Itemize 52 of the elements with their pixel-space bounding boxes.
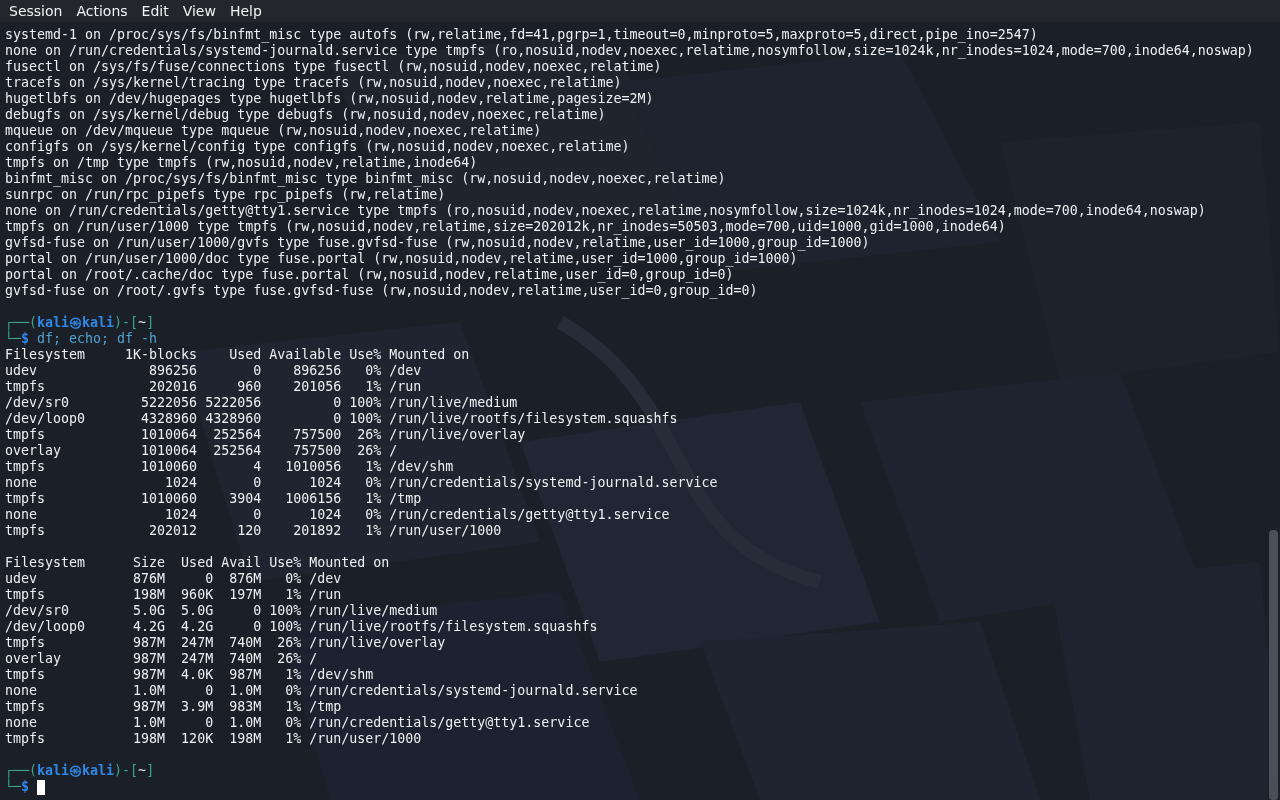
terminal-line: portal on /root/.cache/doc type fuse.portal (rw,nosuid,nodev,relatime,user_id=0,group_id=0) (5, 267, 735, 283)
terminal-line: none 1024 0 1024 0% /run/credentials/systemd-journald.service (5, 475, 719, 491)
terminal-line: fusectl on /sys/fs/fuse/connections type fusectl (rw,nosuid,nodev,noexec,relatime) (5, 59, 663, 75)
terminal-line: portal on /run/user/1000/doc type fuse.portal (rw,nosuid,nodev,relatime,user_id=1000,group_id=1000) (5, 251, 799, 267)
prompt-symbol: └─$ (5, 331, 30, 347)
terminal-line: none 1.0M 0 1.0M 0% /run/credentials/getty@tty1.service (5, 715, 591, 731)
terminal-line: none 1024 0 1024 0% /run/credentials/getty@tty1.service (5, 507, 671, 523)
terminal-line: none 1.0M 0 1.0M 0% /run/credentials/systemd-journald.service (5, 683, 639, 699)
prompt-line: ┌──(kali㉿kali)-[~] (5, 763, 156, 779)
command-text: df; echo; df -h (37, 331, 158, 347)
prompt-line: ┌──(kali㉿kali)-[~] (5, 315, 156, 331)
terminal-line: debugfs on /sys/kernel/debug type debugfs (rw,nosuid,nodev,noexec,relatime) (5, 107, 607, 123)
menu-item[interactable]: Help (222, 0, 269, 22)
terminal-line: /dev/loop0 4328960 4328960 0 100% /run/live/rootfs/filesystem.squashfs (5, 411, 679, 427)
terminal-line: configfs on /sys/kernel/config type configfs (rw,nosuid,nodev,noexec,relatime) (5, 139, 631, 155)
terminal-line: tmpfs 202016 960 201056 1% /run (5, 379, 423, 395)
terminal-line: overlay 987M 247M 740M 26% / (5, 651, 319, 667)
terminal-line: overlay 1010064 252564 757500 26% / (5, 443, 399, 459)
terminal-line: sunrpc on /run/rpc_pipefs type rpc_pipefs (rw,relatime) (5, 187, 447, 203)
terminal-line: mqueue on /dev/mqueue type mqueue (rw,nosuid,nodev,noexec,relatime) (5, 123, 543, 139)
terminal-line: gvfsd-fuse on /run/user/1000/gvfs type fuse.gvfsd-fuse (rw,nosuid,nodev,relatime,user_id=1000,group_id=1000) (5, 235, 871, 251)
terminal-line: tmpfs 987M 4.0K 987M 1% /dev/shm (5, 667, 375, 683)
terminal-line: gvfsd-fuse on /root/.gvfs type fuse.gvfsd-fuse (rw,nosuid,nodev,relatime,user_id=0,group_id=0) (5, 283, 759, 299)
terminal-line: tmpfs 987M 247M 740M 26% /run/live/overlay (5, 635, 447, 651)
menu-item[interactable]: View (175, 0, 223, 22)
terminal-line: Filesystem Size Used Avail Use% Mounted on (5, 555, 391, 571)
menu-item[interactable]: Edit (134, 0, 176, 22)
prompt-symbol: └─$ (5, 779, 30, 795)
terminal-line: hugetlbfs on /dev/hugepages type hugetlbfs (rw,nosuid,nodev,relatime,pagesize=2M) (5, 91, 655, 107)
terminal-line: none on /run/credentials/systemd-journald.service type tmpfs (ro,nosuid,nodev,noexec,relatime,nosymfollow,size=1024k,nr_inodes=1024,mode=700,inode64,noswap) (5, 43, 1255, 59)
terminal-line: tmpfs on /run/user/1000 type tmpfs (rw,nosuid,nodev,relatime,size=202012k,nr_inodes=50503,mode=700,uid=1000,gid=1000,inode64) (5, 219, 1007, 235)
terminal-line: tmpfs 202012 120 201892 1% /run/user/1000 (5, 523, 503, 539)
terminal-line: systemd-1 on /proc/sys/fs/binfmt_misc type autofs (rw,relatime,fd=41,pgrp=1,timeout=0,minproto=5,maxproto=5,direct,pipe_ino=2547) (5, 27, 1039, 43)
terminal-line: tmpfs 1010060 3904 1006156 1% /tmp (5, 491, 423, 507)
terminal-line: tmpfs 1010060 4 1010056 1% /dev/shm (5, 459, 455, 475)
terminal-line: tracefs on /sys/kernel/tracing type tracefs (rw,nosuid,nodev,noexec,relatime) (5, 75, 623, 91)
terminal-line: tmpfs on /tmp type tmpfs (rw,nosuid,nodev,relatime,inode64) (5, 155, 479, 171)
menu-item[interactable]: Session (2, 0, 70, 22)
menu-item[interactable]: Actions (69, 0, 135, 22)
scrollbar-thumb[interactable] (1269, 530, 1278, 800)
terminal-line: tmpfs 1010064 252564 757500 26% /run/live/overlay (5, 427, 527, 443)
terminal-line: Filesystem 1K-blocks Used Available Use% Mounted on (5, 347, 471, 363)
terminal-line: udev 896256 0 896256 0% /dev (5, 363, 423, 379)
terminal-line: udev 876M 0 876M 0% /dev (5, 571, 343, 587)
terminal-line: /dev/loop0 4.2G 4.2G 0 100% /run/live/rootfs/filesystem.squashfs (5, 619, 599, 635)
terminal-line: /dev/sr0 5222056 5222056 0 100% /run/live/medium (5, 395, 519, 411)
terminal-line: none on /run/credentials/getty@tty1.service type tmpfs (ro,nosuid,nodev,noexec,relatime,nosymfollow,size=1024k,nr_inodes=1024,mode=700,inode64,noswap) (5, 203, 1207, 219)
terminal-line: /dev/sr0 5.0G 5.0G 0 100% /run/live/medium (5, 603, 439, 619)
terminal-line: tmpfs 198M 120K 198M 1% /run/user/1000 (5, 731, 423, 747)
terminal-line: tmpfs 987M 3.9M 983M 1% /tmp (5, 699, 343, 715)
terminal-line: tmpfs 198M 960K 197M 1% /run (5, 587, 343, 603)
terminal-line: binfmt_misc on /proc/sys/fs/binfmt_misc type binfmt_misc (rw,nosuid,nodev,noexec,relatime) (5, 171, 727, 187)
